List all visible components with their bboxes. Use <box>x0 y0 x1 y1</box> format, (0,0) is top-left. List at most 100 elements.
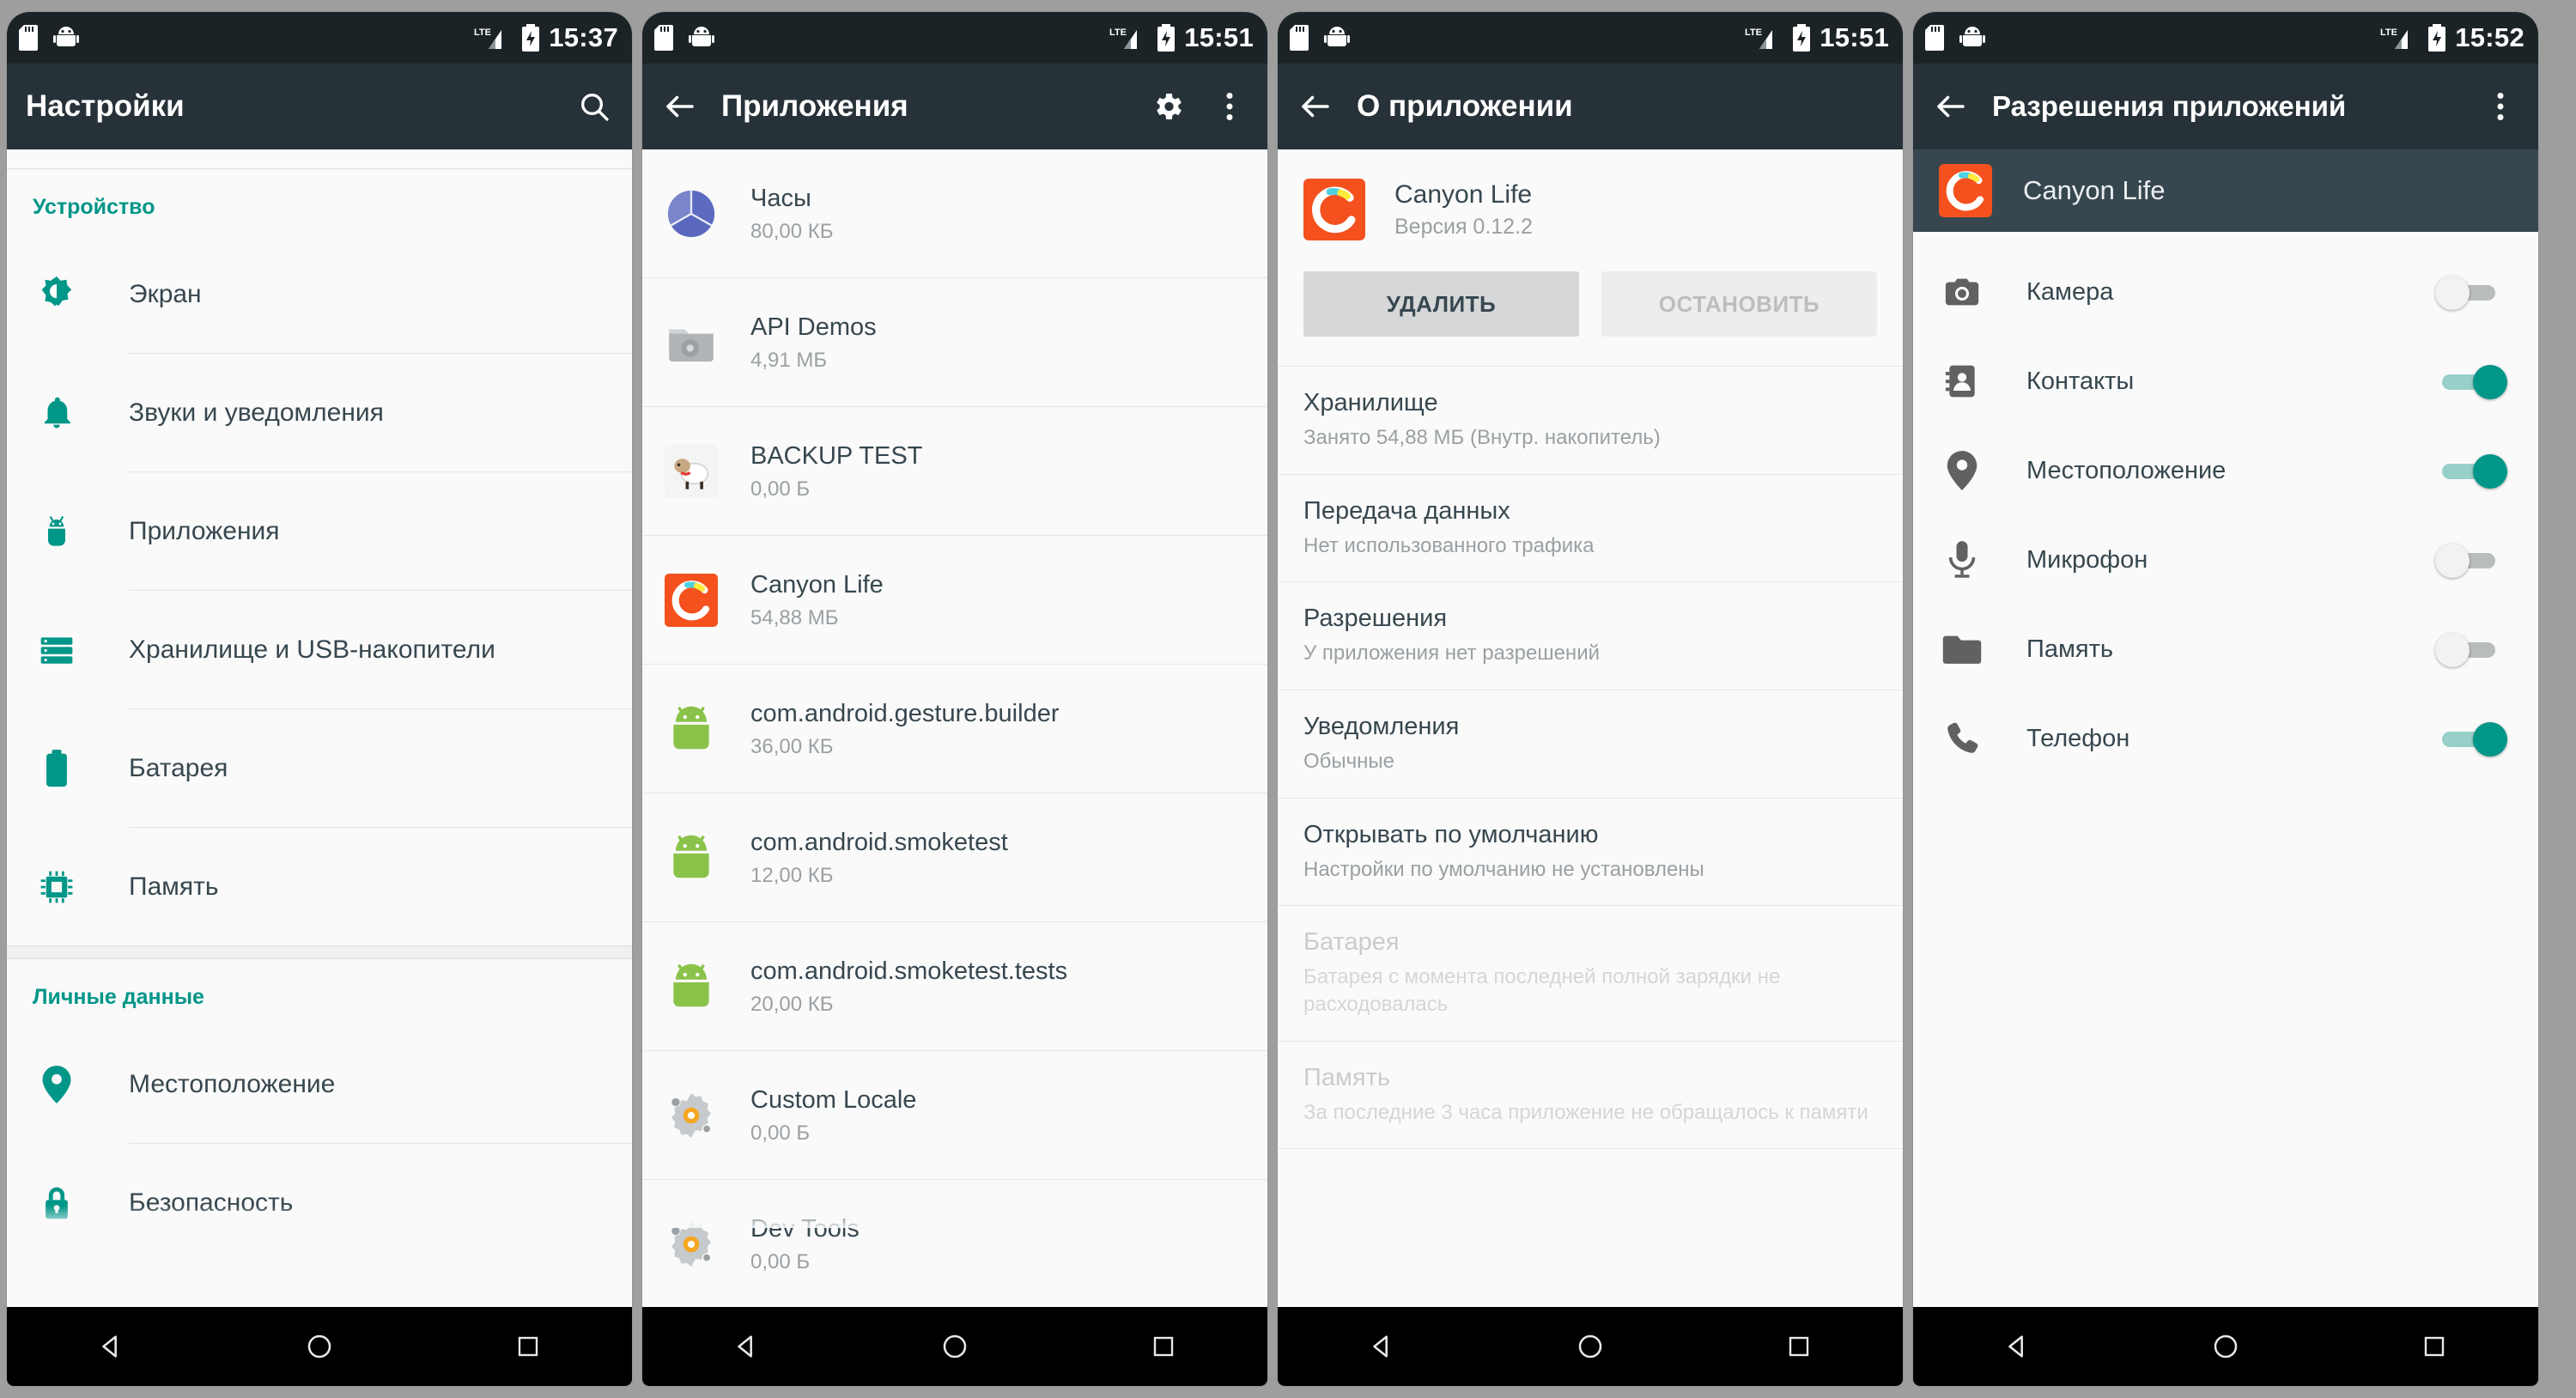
permission-toggle[interactable] <box>2435 362 2507 401</box>
permission-row-contacts[interactable]: Контакты <box>1913 337 2538 426</box>
list-item[interactable]: com.android.gesture.builder 36,00 КБ <box>642 665 1267 793</box>
info-row-battery: Батарея Батарея с момента последней полн… <box>1278 906 1903 1040</box>
app-info-content[interactable]: Canyon Life Версия 0.12.2 УДАЛИТЬ ОСТАНО… <box>1278 149 1903 1307</box>
section-header-device: Устройство <box>33 195 155 219</box>
backup-test-icon <box>665 444 718 498</box>
back-icon[interactable] <box>695 1307 798 1386</box>
android-icon <box>33 508 81 556</box>
permission-label: Телефон <box>2026 724 2130 752</box>
page-title: Разрешения приложений <box>1992 90 2347 122</box>
settings-list[interactable]: Устройство Экран Звуки и уведомления При… <box>7 149 632 1307</box>
sd-card-icon <box>654 25 673 51</box>
list-item[interactable]: Часы 80,00 КБ <box>642 149 1267 277</box>
permission-toggle[interactable] <box>2435 451 2507 490</box>
sidebar-item-display[interactable]: Экран <box>7 235 632 353</box>
list-item-text: Часы 80,00 КБ <box>750 183 833 243</box>
sidebar-item-security[interactable]: Безопасность <box>7 1144 632 1261</box>
app-name: Canyon Life <box>1394 179 1533 209</box>
app-size: 80,00 КБ <box>750 219 834 243</box>
sidebar-item-location[interactable]: Местоположение <box>7 1025 632 1143</box>
list-item-text: API Demos 4,91 МБ <box>750 312 877 372</box>
sidebar-item-sound[interactable]: Звуки и уведомления <box>7 354 632 471</box>
permission-row-phone[interactable]: Телефон <box>1913 694 2538 783</box>
sidebar-item-label: Местоположение <box>129 1069 336 1098</box>
sidebar-item-battery[interactable]: Батарея <box>7 709 632 827</box>
status-system-icons: LTE 15:51 <box>1744 22 1889 53</box>
status-bar: LTE 15:51 <box>1278 12 1903 64</box>
sidebar-item-apps[interactable]: Приложения <box>7 472 632 590</box>
permission-toggle[interactable] <box>2435 719 2507 758</box>
info-row-title: Память <box>1303 1063 1391 1091</box>
info-row-subtitle: Батарея с момента последней полной заряд… <box>1303 965 1781 1017</box>
home-icon[interactable] <box>903 1307 1006 1386</box>
list-item[interactable]: Canyon Life 54,88 МБ <box>642 536 1267 664</box>
navigation-bar <box>1913 1307 2538 1386</box>
app-size: 36,00 КБ <box>750 734 834 758</box>
back-arrow-icon[interactable] <box>1297 88 1334 125</box>
status-clock: 15:51 <box>1184 22 1254 52</box>
search-icon[interactable] <box>575 88 613 125</box>
info-row-memory: Память За последние 3 часа приложение не… <box>1278 1042 1903 1149</box>
info-row-open-by-default[interactable]: Открывать по умолчанию Настройки по умол… <box>1278 799 1903 906</box>
status-notification-icons <box>19 25 79 51</box>
app-size: 4,91 МБ <box>750 348 828 372</box>
info-row-subtitle: Обычные <box>1303 750 1395 774</box>
info-row-storage[interactable]: Хранилище Занято 54,88 МБ (Внутр. накопи… <box>1278 367 1903 474</box>
list-item[interactable]: com.android.smoketest.tests 20,00 КБ <box>642 922 1267 1050</box>
list-item[interactable]: com.android.smoketest 12,00 КБ <box>642 793 1267 921</box>
permission-toggle[interactable] <box>2435 629 2507 669</box>
storage-icon <box>33 626 81 674</box>
permission-row-microphone[interactable]: Микрофон <box>1913 515 2538 605</box>
recents-icon[interactable] <box>2383 1307 2486 1386</box>
uninstall-button[interactable]: УДАЛИТЬ <box>1303 271 1579 337</box>
sidebar-item-label: Хранилище и USB-накопители <box>129 635 495 664</box>
recents-icon[interactable] <box>1747 1307 1850 1386</box>
permission-toggle[interactable] <box>2435 540 2507 580</box>
permission-row-storage[interactable]: Память <box>1913 605 2538 694</box>
sidebar-item-label: Приложения <box>129 516 280 545</box>
navigation-bar <box>642 1307 1267 1386</box>
list-item-text: com.android.smoketest.tests 20,00 КБ <box>750 956 1067 1016</box>
overflow-menu-icon[interactable] <box>2482 88 2519 125</box>
phone-permissions: LTE 15:52 Разрешения приложений Canyon L… <box>1913 12 2538 1386</box>
apps-list[interactable]: Часы 80,00 КБ API Demos 4,91 МБ BACKUP T… <box>642 149 1267 1307</box>
home-icon[interactable] <box>268 1307 371 1386</box>
info-row-data-usage[interactable]: Передача данных Нет использованного траф… <box>1278 475 1903 582</box>
overflow-menu-icon[interactable] <box>1211 88 1249 125</box>
sidebar-item-memory[interactable]: Память <box>7 828 632 945</box>
list-item[interactable]: API Demos 4,91 МБ <box>642 278 1267 406</box>
recents-icon[interactable] <box>1112 1307 1215 1386</box>
back-icon[interactable] <box>59 1307 162 1386</box>
app-name: com.android.smoketest <box>750 829 1008 857</box>
app-bar-actions <box>2482 88 2519 125</box>
sidebar-item-label: Звуки и уведомления <box>129 398 384 427</box>
phone-icon <box>1939 715 1985 762</box>
status-system-icons: LTE 15:52 <box>2379 22 2524 53</box>
back-arrow-icon[interactable] <box>1932 88 1970 125</box>
phone-app-info: LTE 15:51 О приложении Canyon Life Верси… <box>1278 12 1903 1386</box>
status-system-icons: LTE 15:37 <box>473 22 618 53</box>
app-name: Canyon Life <box>2023 175 2166 205</box>
home-icon[interactable] <box>2174 1307 2277 1386</box>
permission-row-location[interactable]: Местоположение <box>1913 426 2538 515</box>
app-size: 20,00 КБ <box>750 992 834 1016</box>
svg-text:LTE: LTE <box>474 27 491 38</box>
permission-row-camera[interactable]: Камера <box>1913 247 2538 337</box>
list-item[interactable]: Dev Tools 0,00 Б <box>642 1180 1267 1307</box>
gear-icon[interactable] <box>1149 88 1187 125</box>
permissions-list[interactable]: Камера Контакты Местоположение Микрофон … <box>1913 232 2538 1307</box>
back-icon[interactable] <box>1330 1307 1433 1386</box>
list-item[interactable]: Custom Locale 0,00 Б <box>642 1051 1267 1179</box>
list-item[interactable]: BACKUP TEST 0,00 Б <box>642 407 1267 535</box>
info-row-notifications[interactable]: Уведомления Обычные <box>1278 690 1903 798</box>
app-name: Часы <box>750 185 811 213</box>
back-icon[interactable] <box>1965 1307 2069 1386</box>
back-arrow-icon[interactable] <box>661 88 699 125</box>
home-icon[interactable] <box>1539 1307 1642 1386</box>
recents-icon[interactable] <box>477 1307 580 1386</box>
permission-toggle[interactable] <box>2435 272 2507 312</box>
info-row-permissions[interactable]: Разрешения У приложения нет разрешений <box>1278 582 1903 690</box>
sidebar-item-storage[interactable]: Хранилище и USB-накопители <box>7 591 632 708</box>
app-size: 12,00 КБ <box>750 863 834 887</box>
status-notification-icons <box>1290 25 1350 51</box>
